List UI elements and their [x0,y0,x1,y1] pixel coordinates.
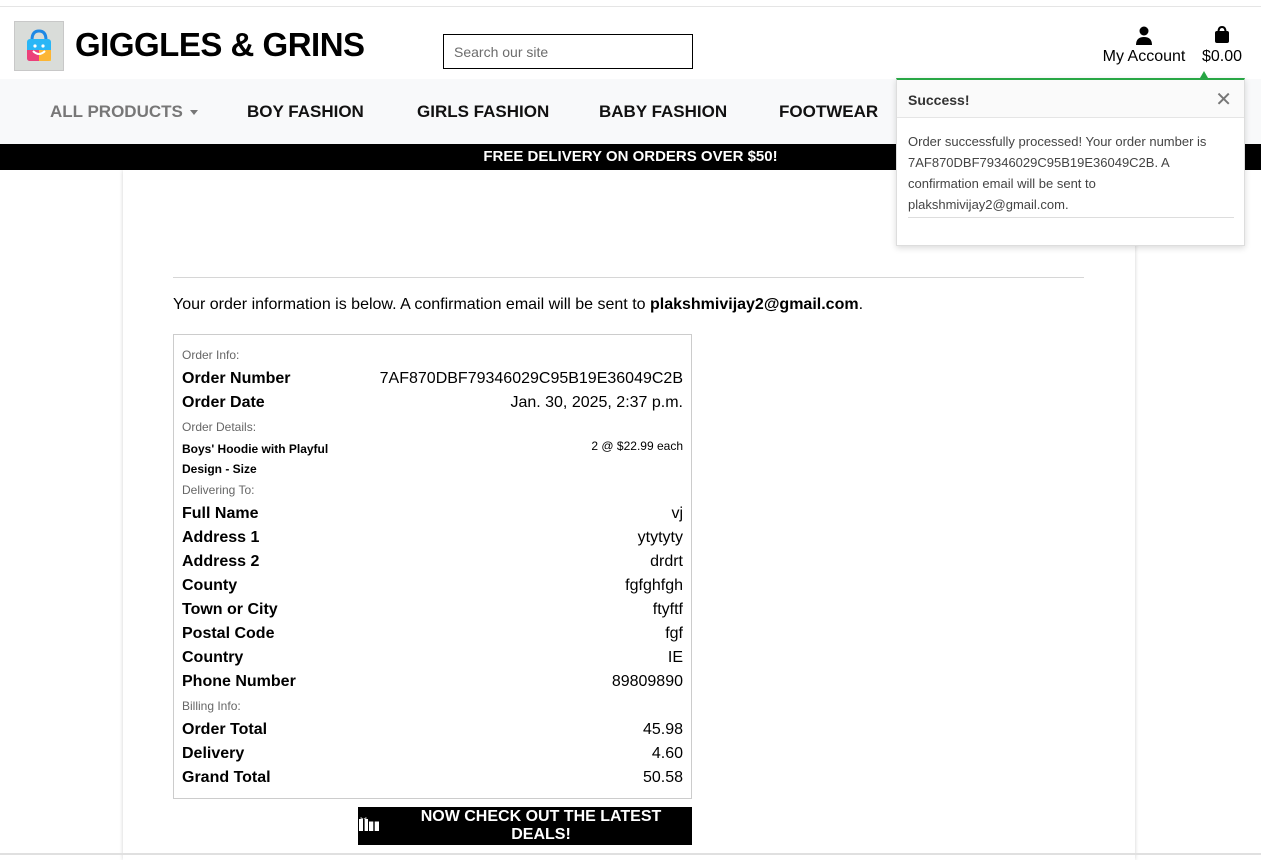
row-value: 45.98 [642,721,683,738]
table-row: Country IE [182,649,683,667]
table-row: Postal Code fgf [182,625,683,643]
search-input[interactable] [443,34,693,69]
row-value: 4.60 [651,745,683,762]
row-label: Order Total [182,721,268,738]
row-value: ytytyty [637,529,683,546]
row-value: ftyftf [652,601,683,618]
gift-icon [358,816,380,837]
intro-end: . [858,296,864,313]
order-date-value: Jan. 30, 2025, 2:37 p.m. [510,394,683,411]
row-label: Full Name [182,505,259,522]
site-brand[interactable]: GIGGLES & GRINS [75,26,365,64]
my-account-link[interactable]: My Account [1100,26,1188,66]
table-row: Town or City ftyftf [182,601,683,619]
nav-all-products[interactable]: ALL PRODUCTS [50,102,198,122]
cart-total: $0.00 [1201,48,1243,65]
table-row: Grand Total 50.58 [182,769,683,787]
toast-arrow [1200,71,1208,78]
order-number-value: 7AF870DBF79346029C95B19E36049C2B [379,370,683,387]
divider [173,277,1084,278]
item-name: Boys' Hoodie with Playful Design - Size [182,442,329,476]
intro-sentence: Your order information is below. A confi… [173,296,650,313]
table-row: Full Name vj [182,505,683,523]
row-label: County [182,577,238,594]
row-label: Address 1 [182,529,260,546]
latest-deals-button[interactable]: NOW CHECK OUT THE LATEST DEALS! [358,807,692,845]
my-account-label: My Account [1102,48,1186,65]
row-value: drdrt [650,553,683,570]
table-row: Address 2 drdrt [182,553,683,571]
order-info-heading: Order Info: [182,348,240,362]
table-row: Address 1 ytytyty [182,529,683,547]
nav-all-products-label: ALL PRODUCTS [50,102,183,121]
toast-message: Order successfully processed! Your order… [908,134,1207,212]
row-label: Phone Number [182,673,296,690]
table-row: Phone Number 89809890 [182,673,683,691]
row-label: Town or City [182,601,278,618]
row-label: Address 2 [182,553,260,570]
success-toast: Success! ✕ Order successfully processed!… [896,78,1245,246]
cart-link[interactable]: $0.00 [1198,25,1246,66]
nav-girls-fashion[interactable]: GIRLS FASHION [417,102,549,122]
order-details-heading: Order Details: [182,420,257,434]
row-label: Grand Total [182,769,271,786]
table-row: Delivery 4.60 [182,745,683,763]
close-icon[interactable]: ✕ [1215,87,1232,112]
table-row: County fgfghfgh [182,577,683,595]
row-value: fgf [665,625,683,642]
nav-boy-fashion[interactable]: BOY FASHION [247,102,364,122]
row-value: 89809890 [611,673,683,690]
order-info-table: Order Info: Order Number 7AF870DBF7934602… [173,334,692,799]
toast-header: Success! ✕ [897,80,1244,118]
row-value: 50.58 [642,769,683,786]
table-row: Order Total 45.98 [182,721,683,739]
billing-heading: Billing Info: [182,699,241,713]
latest-deals-label: NOW CHECK OUT THE LATEST DEALS! [420,808,662,843]
row-value: fgfghfgh [625,577,683,594]
row-value: IE [667,649,683,666]
nav-footwear[interactable]: FOOTWEAR [779,102,878,122]
user-icon [1100,26,1188,48]
row-label: Delivery [182,745,245,762]
row-value: vj [671,505,683,522]
logo[interactable] [14,21,64,71]
item-quantity: 2 @ $22.99 each [591,439,683,453]
toast-divider [908,217,1234,218]
shopping-bag-logo-icon [27,29,51,61]
nav-baby-fashion[interactable]: BABY FASHION [599,102,727,122]
delivering-heading: Delivering To: [182,483,255,497]
caret-down-icon [189,110,198,116]
order-number-label: Order Number [182,370,291,387]
row-label: Postal Code [182,625,275,642]
intro-text: Your order information is below. A confi… [173,296,863,314]
top-border [0,6,1261,7]
shopping-bag-icon [1198,25,1246,48]
toast-title: Success! [908,92,970,108]
order-date-label: Order Date [182,394,265,411]
intro-email: plakshmivijay2@gmail.com [649,296,859,313]
row-label: Country [182,649,244,666]
